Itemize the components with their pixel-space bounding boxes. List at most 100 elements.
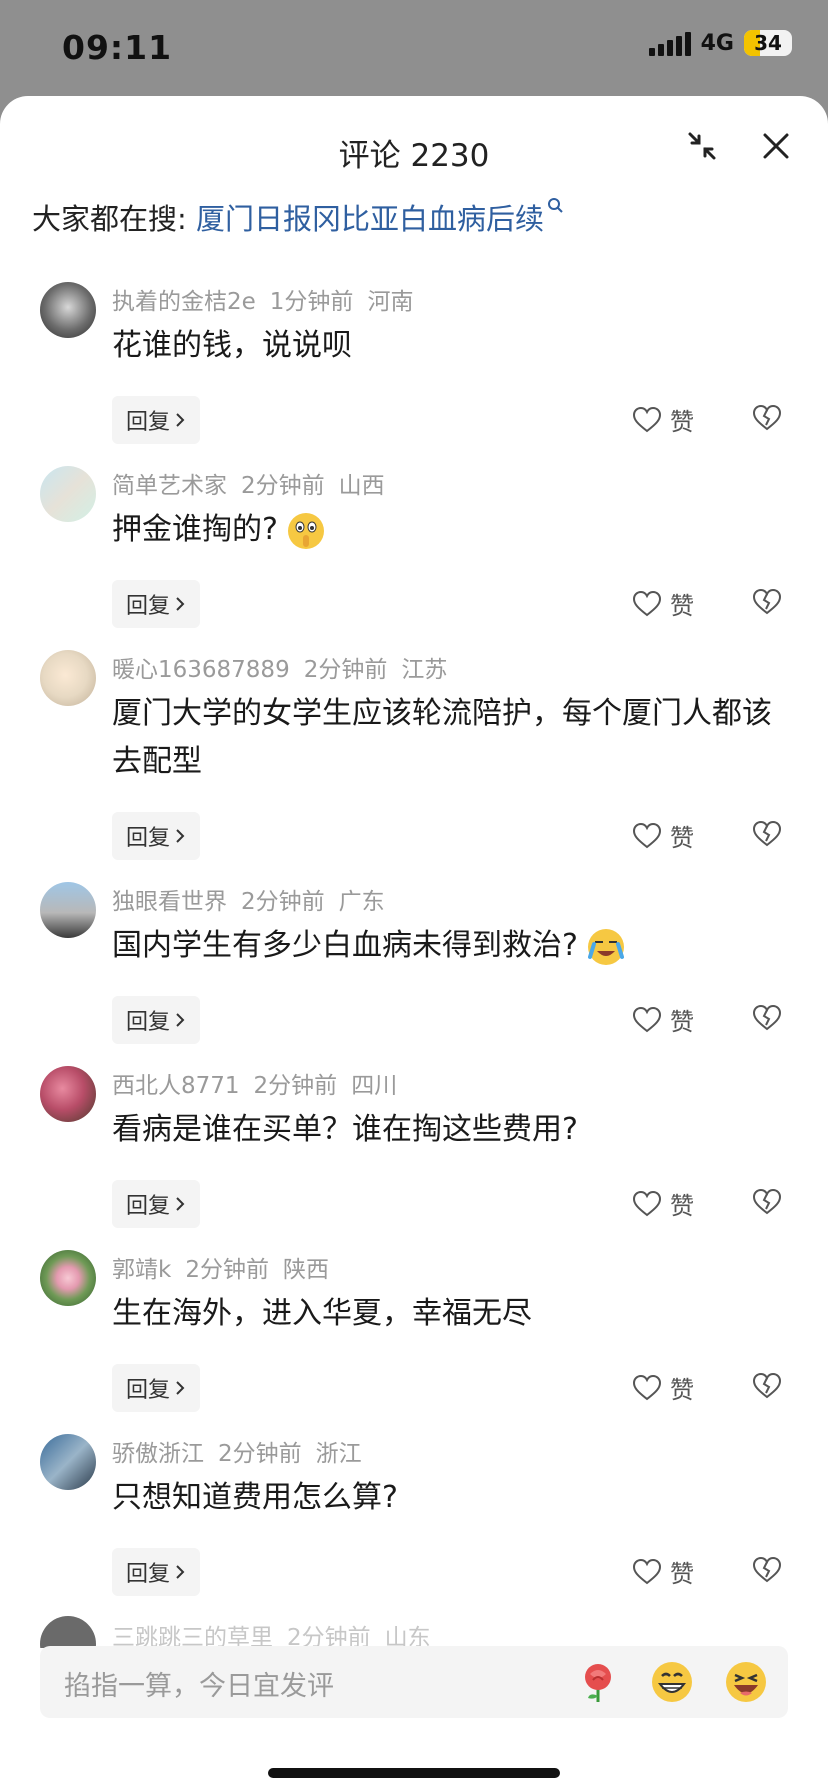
comment-item: 郭靖k 2分钟前 陕西 生在海外，进入华夏，幸福无尽 回复 赞 [0,1240,828,1424]
comment-actions: 回复 赞 [0,396,828,444]
chevron-right-icon [176,1197,185,1211]
avatar[interactable] [40,282,96,338]
like-label: 赞 [670,1192,694,1220]
like-button[interactable]: 赞 [632,402,694,437]
like-button[interactable]: 赞 [632,1370,694,1405]
comment-username[interactable]: 三跳跳三的草里 [112,1625,273,1648]
like-label: 赞 [670,824,694,852]
reply-button[interactable]: 回复 [112,996,201,1044]
reply-button[interactable]: 回复 [112,580,201,628]
status-indicators: 4G 34 [648,30,792,56]
dislike-button[interactable] [752,820,782,852]
laugh-emoji-button[interactable] [724,1660,768,1704]
comment-item-partial: 三跳跳三的草里 2分钟前 山东 [0,1608,828,1648]
reply-button[interactable]: 回复 [112,812,201,860]
comment-meta: 骄傲浙江 2分钟前 浙江 [112,1434,376,1468]
comment-location: 江苏 [401,657,448,683]
heart-icon [632,1374,662,1400]
comment-location: 山东 [384,1625,431,1648]
like-label: 赞 [670,1560,694,1588]
comment-username[interactable]: 独眼看世界 [112,889,227,915]
comment-location: 山西 [338,473,385,499]
rose-emoji-button[interactable] [576,1660,620,1704]
comment-meta: 独眼看世界 2分钟前 广东 [112,882,399,916]
like-button[interactable]: 赞 [632,1554,694,1589]
like-button[interactable]: 赞 [632,818,694,853]
comment-text-content: 生在海外，进入华夏，幸福无尽 [112,1296,532,1331]
reply-button[interactable]: 回复 [112,1364,201,1412]
comment-actions: 回复 赞 [0,1364,828,1412]
search-icon [548,198,563,213]
avatar[interactable] [40,1250,96,1306]
avatar[interactable] [40,1434,96,1490]
reply-button[interactable]: 回复 [112,396,201,444]
comment-username[interactable]: 西北人8771 [112,1073,240,1099]
comment-meta: 执着的金桔2e 1分钟前 河南 [112,282,427,316]
dislike-button[interactable] [752,404,782,436]
heart-icon [632,590,662,616]
comment-meta: 暖心163687889 2分钟前 江苏 [112,650,461,684]
broken-heart-icon [752,588,782,615]
comment-username[interactable]: 简单艺术家 [112,473,227,499]
comment-list: 执着的金桔2e 1分钟前 河南 花谁的钱，说说呗 回复 赞 简单艺术家 2分钟前 山西 … [0,272,828,1648]
comment-actions: 回复 赞 [0,1548,828,1596]
comment-text-content: 国内学生有多少白血病未得到救治? [112,928,578,963]
signal-icon [648,30,691,56]
comment-input[interactable]: 掐指一算，今日宜发评 [40,1646,788,1718]
comment-text-content: 厦门大学的女学生应该轮流陪护，每个厦门人都该去配型 [112,696,772,779]
laugh-emoji-icon [726,1662,766,1702]
comment-text-content: 只想知道费用怎么算? [112,1480,398,1515]
battery-icon: 34 [744,30,792,56]
avatar[interactable] [40,466,96,522]
like-button[interactable]: 赞 [632,1186,694,1221]
comment-location: 广东 [338,889,385,915]
comment-username[interactable]: 郭靖k [112,1257,171,1283]
crying-face-emoji [587,928,624,965]
heart-icon [632,822,662,848]
comment-location: 四川 [351,1073,398,1099]
comment-item: 执着的金桔2e 1分钟前 河南 花谁的钱，说说呗 回复 赞 [0,272,828,456]
reply-label: 回复 [126,410,171,435]
heart-icon [632,1558,662,1584]
avatar[interactable] [40,1616,96,1648]
comment-time: 2分钟前 [287,1625,371,1648]
comment-username[interactable]: 骄傲浙江 [112,1441,204,1467]
close-button[interactable] [756,126,796,166]
comment-time: 2分钟前 [253,1073,338,1099]
grin-emoji-button[interactable] [650,1660,694,1704]
comments-sheet: 评论 2230 大家都在搜: 厦门日报冈比亚白血病后续 执着的金桔2e 1分钟前河… [0,96,828,1792]
network-type: 4G [700,30,734,56]
avatar[interactable] [40,650,96,706]
dislike-button[interactable] [752,588,782,620]
comment-text-content: 看病是谁在买单？谁在掏这些费用? [112,1112,578,1147]
dislike-button[interactable] [752,1372,782,1404]
reply-button[interactable]: 回复 [112,1548,201,1596]
dislike-button[interactable] [752,1004,782,1036]
comment-time: 2分钟前 [241,889,325,915]
reply-button[interactable]: 回复 [112,1180,201,1228]
comment-input-placeholder: 掐指一算，今日宜发评 [64,1671,334,1702]
chevron-right-icon [176,1013,185,1027]
search-suggestion-link[interactable]: 厦门日报冈比亚白血病后续 [196,202,544,236]
avatar[interactable] [40,1066,96,1122]
comment-time: 2分钟前 [218,1441,302,1467]
collapse-button[interactable] [682,126,722,166]
comment-username[interactable]: 执着的金桔2e [112,289,256,315]
like-button[interactable]: 赞 [632,1002,694,1037]
broken-heart-icon [752,1188,782,1215]
dislike-button[interactable] [752,1188,782,1220]
avatar[interactable] [40,882,96,938]
like-label: 赞 [670,408,694,436]
comment-meta: 三跳跳三的草里 2分钟前 山东 [112,1618,445,1648]
status-time: 09:11 [62,28,173,67]
chevron-right-icon [176,1565,185,1579]
comment-actions: 回复 赞 [0,580,828,628]
dislike-button[interactable] [752,1556,782,1588]
like-button[interactable]: 赞 [632,586,694,621]
reply-label: 回复 [126,1010,171,1035]
quick-emoji-bar [576,1660,768,1704]
comment-text: 厦门大学的女学生应该轮流陪护，每个厦门人都该去配型 [112,690,792,786]
collapse-icon [688,132,716,160]
comment-location: 陕西 [282,1257,329,1283]
comment-username[interactable]: 暖心163687889 [112,657,290,683]
